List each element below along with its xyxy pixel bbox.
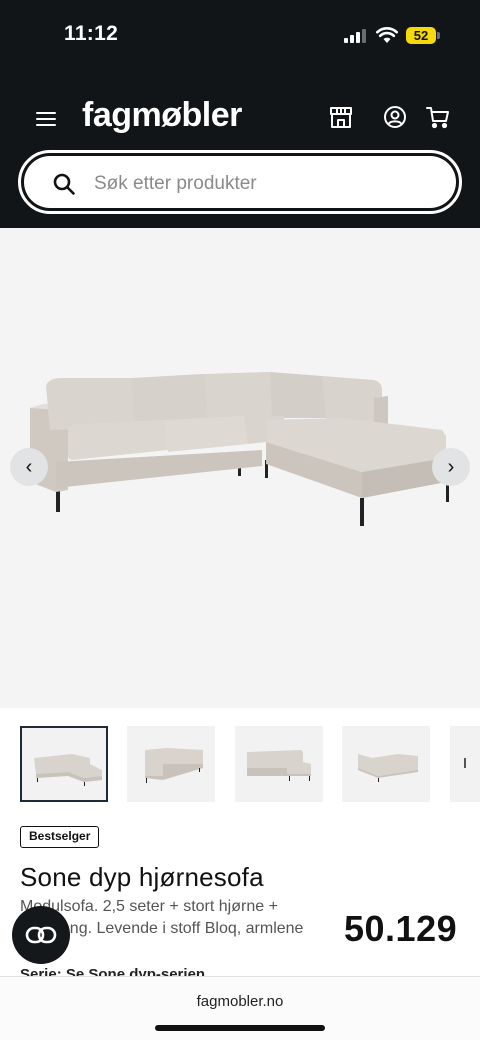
gallery-prev-button[interactable]: ‹ (10, 448, 48, 486)
menu-icon[interactable] (36, 108, 58, 128)
thumbnail-5[interactable] (450, 726, 480, 802)
url-text[interactable]: fagmobler.no (0, 993, 480, 1010)
search-input[interactable] (94, 162, 424, 206)
battery-tip (437, 32, 440, 39)
store-icon[interactable] (328, 104, 354, 130)
chat-icon (25, 926, 57, 944)
thumbnail-2[interactable] (127, 726, 215, 802)
signal-icon (344, 29, 368, 43)
cart-icon[interactable] (425, 104, 451, 130)
gallery-next-button[interactable]: › (432, 448, 470, 486)
site-logo[interactable]: fagmøbler (82, 96, 242, 135)
search-field[interactable] (24, 156, 456, 208)
browser-bar: fagmobler.no (0, 976, 480, 1040)
product-price: 50.129 (344, 908, 458, 949)
status-time: 11:12 (64, 22, 119, 45)
bestseller-badge: Bestselger (20, 826, 100, 848)
chat-button[interactable] (12, 906, 70, 964)
product-title: Sone dyp hjørnesofa (20, 862, 264, 892)
account-icon[interactable] (382, 104, 408, 130)
thumbnail-4[interactable] (342, 726, 430, 802)
thumbnail-3[interactable] (235, 726, 323, 802)
search-icon[interactable] (52, 172, 76, 196)
search-box (18, 150, 462, 214)
status-bar: 11:12 52 (0, 0, 480, 72)
home-indicator[interactable] (155, 1025, 325, 1031)
thumbnail-strip (0, 726, 480, 804)
thumbnail-1[interactable] (20, 726, 108, 802)
site-header: fagmøbler (0, 72, 480, 228)
product-gallery[interactable]: ‹ › (0, 228, 480, 708)
battery-icon: 52 (406, 27, 436, 44)
wifi-icon (376, 27, 398, 43)
product-image (30, 372, 449, 526)
